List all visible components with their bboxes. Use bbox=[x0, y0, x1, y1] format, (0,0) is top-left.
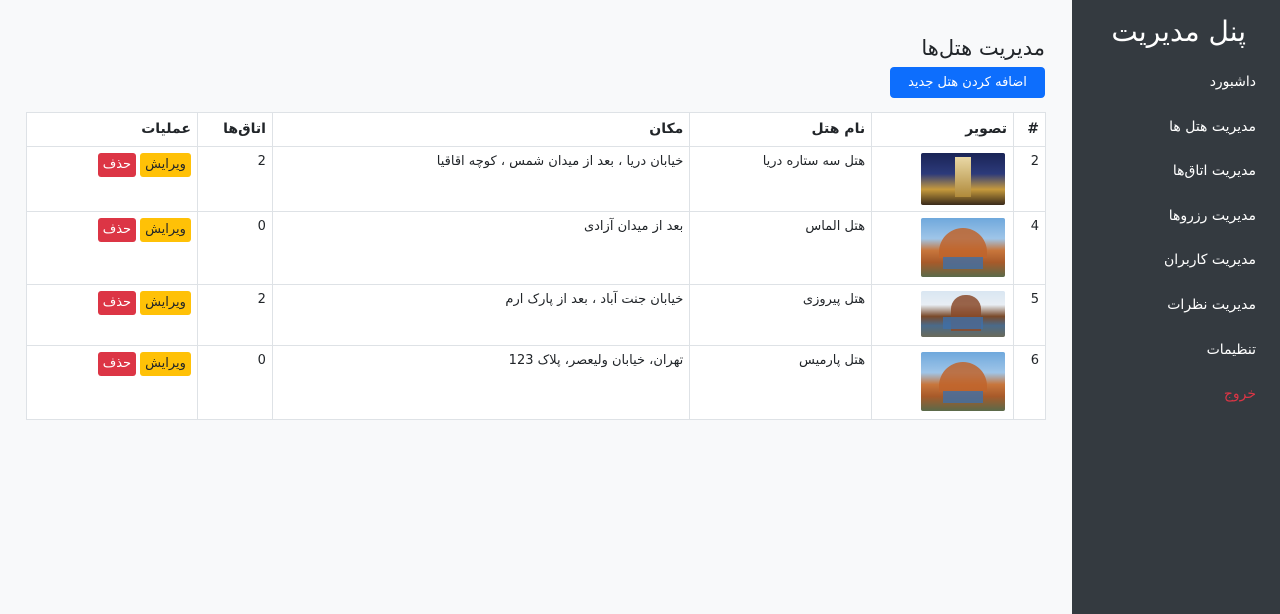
column-header-operations: عملیات bbox=[26, 112, 198, 147]
hotels-table: # تصویر نام هتل مکان اتاق‌ها عملیات 2 هت… bbox=[26, 112, 1046, 420]
delete-button[interactable]: حذف bbox=[97, 291, 137, 315]
sidebar-item-logout[interactable]: خروج bbox=[1072, 384, 1256, 429]
edit-button[interactable]: ویرایش bbox=[140, 352, 191, 376]
sidebar-item-reservations[interactable]: مدیریت رزروها bbox=[1072, 206, 1256, 251]
admin-layout: پنل مدیریت داشبورد مدیریت هتل ها مدیریت … bbox=[0, 0, 1280, 614]
sidebar-item-users[interactable]: مدیریت کاربران bbox=[1072, 250, 1256, 295]
cell-image bbox=[871, 345, 1015, 420]
table-header-row: # تصویر نام هتل مکان اتاق‌ها عملیات bbox=[26, 112, 1046, 147]
table-row: 6 هتل پارمیس تهران، خیابان ولیعصر، پلاک … bbox=[26, 345, 1046, 420]
cell-rooms: 0 bbox=[196, 345, 273, 420]
column-header-rooms: اتاق‌ها bbox=[196, 112, 273, 147]
column-header-id: # bbox=[1013, 112, 1046, 147]
cell-location: تهران، خیابان ولیعصر، پلاک 123 bbox=[271, 345, 691, 420]
edit-button[interactable]: ویرایش bbox=[140, 218, 191, 242]
sidebar: پنل مدیریت داشبورد مدیریت هتل ها مدیریت … bbox=[1072, 0, 1280, 614]
column-header-image: تصویر bbox=[871, 112, 1015, 147]
column-header-location: مکان bbox=[271, 112, 691, 147]
table-row: 2 هتل سه ستاره دریا خیابان دریا ، بعد از… bbox=[26, 146, 1046, 212]
cell-operations: ویرایش حذف bbox=[26, 146, 198, 212]
cell-location: خیابان جنت آباد ، بعد از پارک ارم bbox=[271, 284, 691, 346]
sidebar-item-rooms[interactable]: مدیریت اتاق‌ها bbox=[1072, 161, 1256, 206]
cell-image bbox=[871, 284, 1015, 346]
add-hotel-button[interactable]: اضافه کردن هتل جدید bbox=[890, 67, 1045, 98]
hotel-thumbnail bbox=[921, 153, 1006, 205]
cell-id: 5 bbox=[1013, 284, 1046, 346]
cell-hotel-name: هتل سه ستاره دریا bbox=[689, 146, 873, 212]
cell-rooms: 2 bbox=[196, 284, 273, 346]
hotel-thumbnail bbox=[921, 291, 1006, 337]
sidebar-nav: داشبورد مدیریت هتل ها مدیریت اتاق‌ها مدی… bbox=[1072, 72, 1256, 429]
sidebar-item-settings[interactable]: تنظیمات bbox=[1072, 340, 1256, 385]
table-row: 5 هتل پیروزی خیابان جنت آباد ، بعد از پا… bbox=[26, 284, 1046, 346]
cell-hotel-name: هتل پیروزی bbox=[689, 284, 873, 346]
cell-hotel-name: هتل پارمیس bbox=[689, 345, 873, 420]
cell-location: خیابان دریا ، بعد از میدان شمس ، کوچه اق… bbox=[271, 146, 691, 212]
cell-rooms: 2 bbox=[196, 146, 273, 212]
cell-operations: ویرایش حذف bbox=[26, 211, 198, 285]
sidebar-item-dashboard[interactable]: داشبورد bbox=[1072, 72, 1256, 117]
cell-image bbox=[871, 146, 1015, 212]
delete-button[interactable]: حذف bbox=[97, 352, 137, 376]
hotel-thumbnail bbox=[921, 352, 1006, 411]
cell-id: 2 bbox=[1013, 146, 1046, 212]
cell-image bbox=[871, 211, 1015, 285]
main-content: مدیریت هتل‌ها اضافه کردن هتل جدید # تصوی… bbox=[0, 0, 1072, 614]
edit-button[interactable]: ویرایش bbox=[140, 153, 191, 177]
delete-button[interactable]: حذف bbox=[97, 218, 137, 242]
edit-button[interactable]: ویرایش bbox=[140, 291, 191, 315]
page-title: مدیریت هتل‌ها bbox=[921, 36, 1045, 60]
cell-operations: ویرایش حذف bbox=[26, 284, 198, 346]
table-row: 4 هتل الماس بعد از میدان آزادی 0 ویرایش … bbox=[26, 211, 1046, 285]
cell-operations: ویرایش حذف bbox=[26, 345, 198, 420]
cell-hotel-name: هتل الماس bbox=[689, 211, 873, 285]
cell-id: 4 bbox=[1013, 211, 1046, 285]
sidebar-item-reviews[interactable]: مدیریت نظرات bbox=[1072, 295, 1256, 340]
delete-button[interactable]: حذف bbox=[97, 153, 137, 177]
hotel-thumbnail bbox=[921, 218, 1006, 277]
column-header-name: نام هتل bbox=[689, 112, 873, 147]
sidebar-item-hotels[interactable]: مدیریت هتل ها bbox=[1072, 117, 1256, 162]
cell-location: بعد از میدان آزادی bbox=[271, 211, 691, 285]
sidebar-title: پنل مدیریت bbox=[1111, 15, 1246, 48]
cell-id: 6 bbox=[1013, 345, 1046, 420]
cell-rooms: 0 bbox=[196, 211, 273, 285]
